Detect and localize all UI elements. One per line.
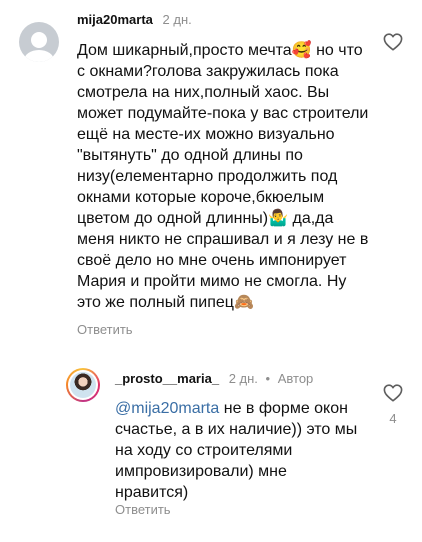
comment-meta: mija20marta 2 дн. [77, 12, 192, 27]
avatar[interactable] [19, 22, 59, 62]
comment-text: Дом шикарный,просто мечта🥰 но что с окна… [77, 42, 369, 311]
comment-username[interactable]: mija20marta [77, 12, 153, 27]
user-mention-link[interactable]: @mija20marta [115, 400, 219, 417]
comment-timestamp: 2 дн. [162, 12, 192, 27]
author-badge: Автор [277, 371, 314, 386]
comment-username[interactable]: _prosto__maria_ [115, 371, 219, 386]
comment-timestamp: 2 дн. [228, 371, 258, 386]
avatar-body-shape [23, 50, 55, 62]
avatar-photo [70, 372, 96, 398]
reply-button[interactable]: Ответить [77, 322, 133, 337]
reply-button[interactable]: Ответить [115, 502, 171, 517]
meta-separator: • [265, 371, 271, 386]
heart-outline-icon[interactable] [383, 33, 403, 51]
avatar[interactable] [66, 368, 100, 402]
heart-outline-icon[interactable] [383, 384, 403, 402]
comment-meta: _prosto__maria_ 2 дн. • Автор [115, 371, 313, 386]
like-count: 4 [389, 411, 397, 426]
comment-text: @mija20marta не в форме окон счастье, а … [115, 398, 360, 503]
avatar-head-shape [31, 32, 47, 49]
